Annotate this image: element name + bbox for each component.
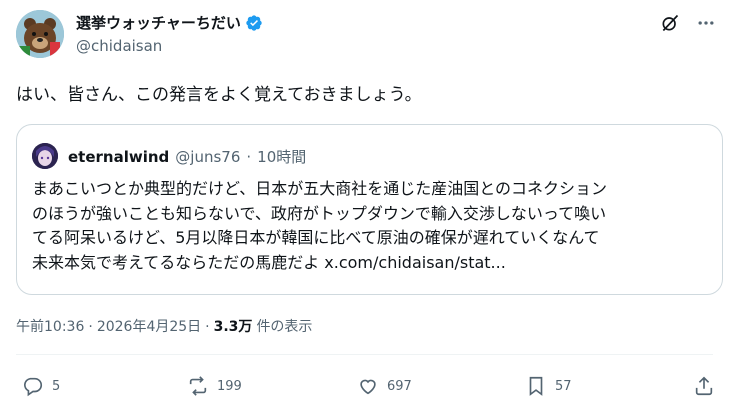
quoted-handle[interactable]: @juns76: [175, 148, 240, 166]
bookmark-icon: [529, 376, 543, 396]
post-time[interactable]: 午前10:36: [16, 316, 84, 336]
quoted-text-line: のほうが強いことも知らないで、政府がトップダウンで輸入交渉しないって喚い: [32, 203, 607, 223]
share-icon: [695, 376, 713, 396]
bookmark-count: 57: [555, 378, 572, 394]
meta-separator: ·: [205, 319, 210, 335]
quoted-text: まあこいつとか典型的だけど、日本が五大商社を通じた産油国とのコネクション のほう…: [32, 177, 714, 275]
grok-icon[interactable]: [659, 12, 681, 34]
reply-icon: [24, 377, 43, 397]
reply-count: 5: [52, 378, 61, 394]
share-button[interactable]: [693, 375, 715, 397]
quoted-avatar[interactable]: [32, 143, 58, 169]
tweet-meta: 午前10:36 · 2026年4月25日 · 3.3万 件の表示: [16, 316, 312, 336]
views-label: 件の表示: [256, 319, 313, 335]
quoted-display-name[interactable]: eternalwind: [68, 148, 169, 166]
repost-icon: [189, 376, 207, 396]
views-count: 3.3万: [213, 319, 253, 335]
like-button[interactable]: 697: [357, 375, 412, 397]
meta-separator: ·: [88, 319, 93, 335]
quoted-time[interactable]: 10時間: [257, 146, 306, 167]
author-handle[interactable]: @chidaisan: [76, 37, 162, 55]
like-count: 697: [387, 378, 412, 394]
header-actions: [659, 12, 717, 34]
quoted-text-line: まあこいつとか典型的だけど、日本が五大商社を通じた産油国とのコネクション: [32, 179, 608, 198]
quoted-tweet[interactable]: eternalwind @juns76 · 10時間 まあこいつとか典型的だけど…: [16, 124, 723, 295]
bookmark-button[interactable]: 57: [525, 375, 572, 397]
action-bar: 5 199 697 57: [0, 375, 729, 405]
like-icon: [360, 379, 376, 395]
verified-badge-icon: [246, 14, 262, 31]
repost-count: 199: [217, 378, 242, 394]
repost-button[interactable]: 199: [187, 375, 242, 397]
author-avatar[interactable]: [16, 10, 64, 58]
quoted-text-line: 未来本気で考えてるならただの馬鹿だよ x.com/chidaisan/stat.…: [32, 252, 506, 272]
reply-button[interactable]: 5: [22, 375, 60, 397]
post-date[interactable]: 2026年4月25日: [97, 316, 201, 336]
author-display-name[interactable]: 選挙ウォッチャーちだい: [76, 12, 241, 33]
quoted-separator: ·: [246, 148, 252, 166]
author-name-row[interactable]: 選挙ウォッチャーちだい: [76, 12, 263, 33]
quoted-header: eternalwind @juns76 · 10時間: [68, 146, 306, 167]
bear-avatar-icon: [16, 10, 64, 58]
anime-avatar-icon: [32, 143, 58, 169]
divider: [16, 354, 713, 355]
tweet-text: はい、皆さん、この発言をよく覚えておきましょう。: [16, 85, 422, 105]
quoted-text-line: てる阿呆いるけど、5月以降日本が韓国に比べて原油の確保が遅れていくなんて: [32, 228, 600, 247]
more-icon[interactable]: [695, 12, 717, 34]
